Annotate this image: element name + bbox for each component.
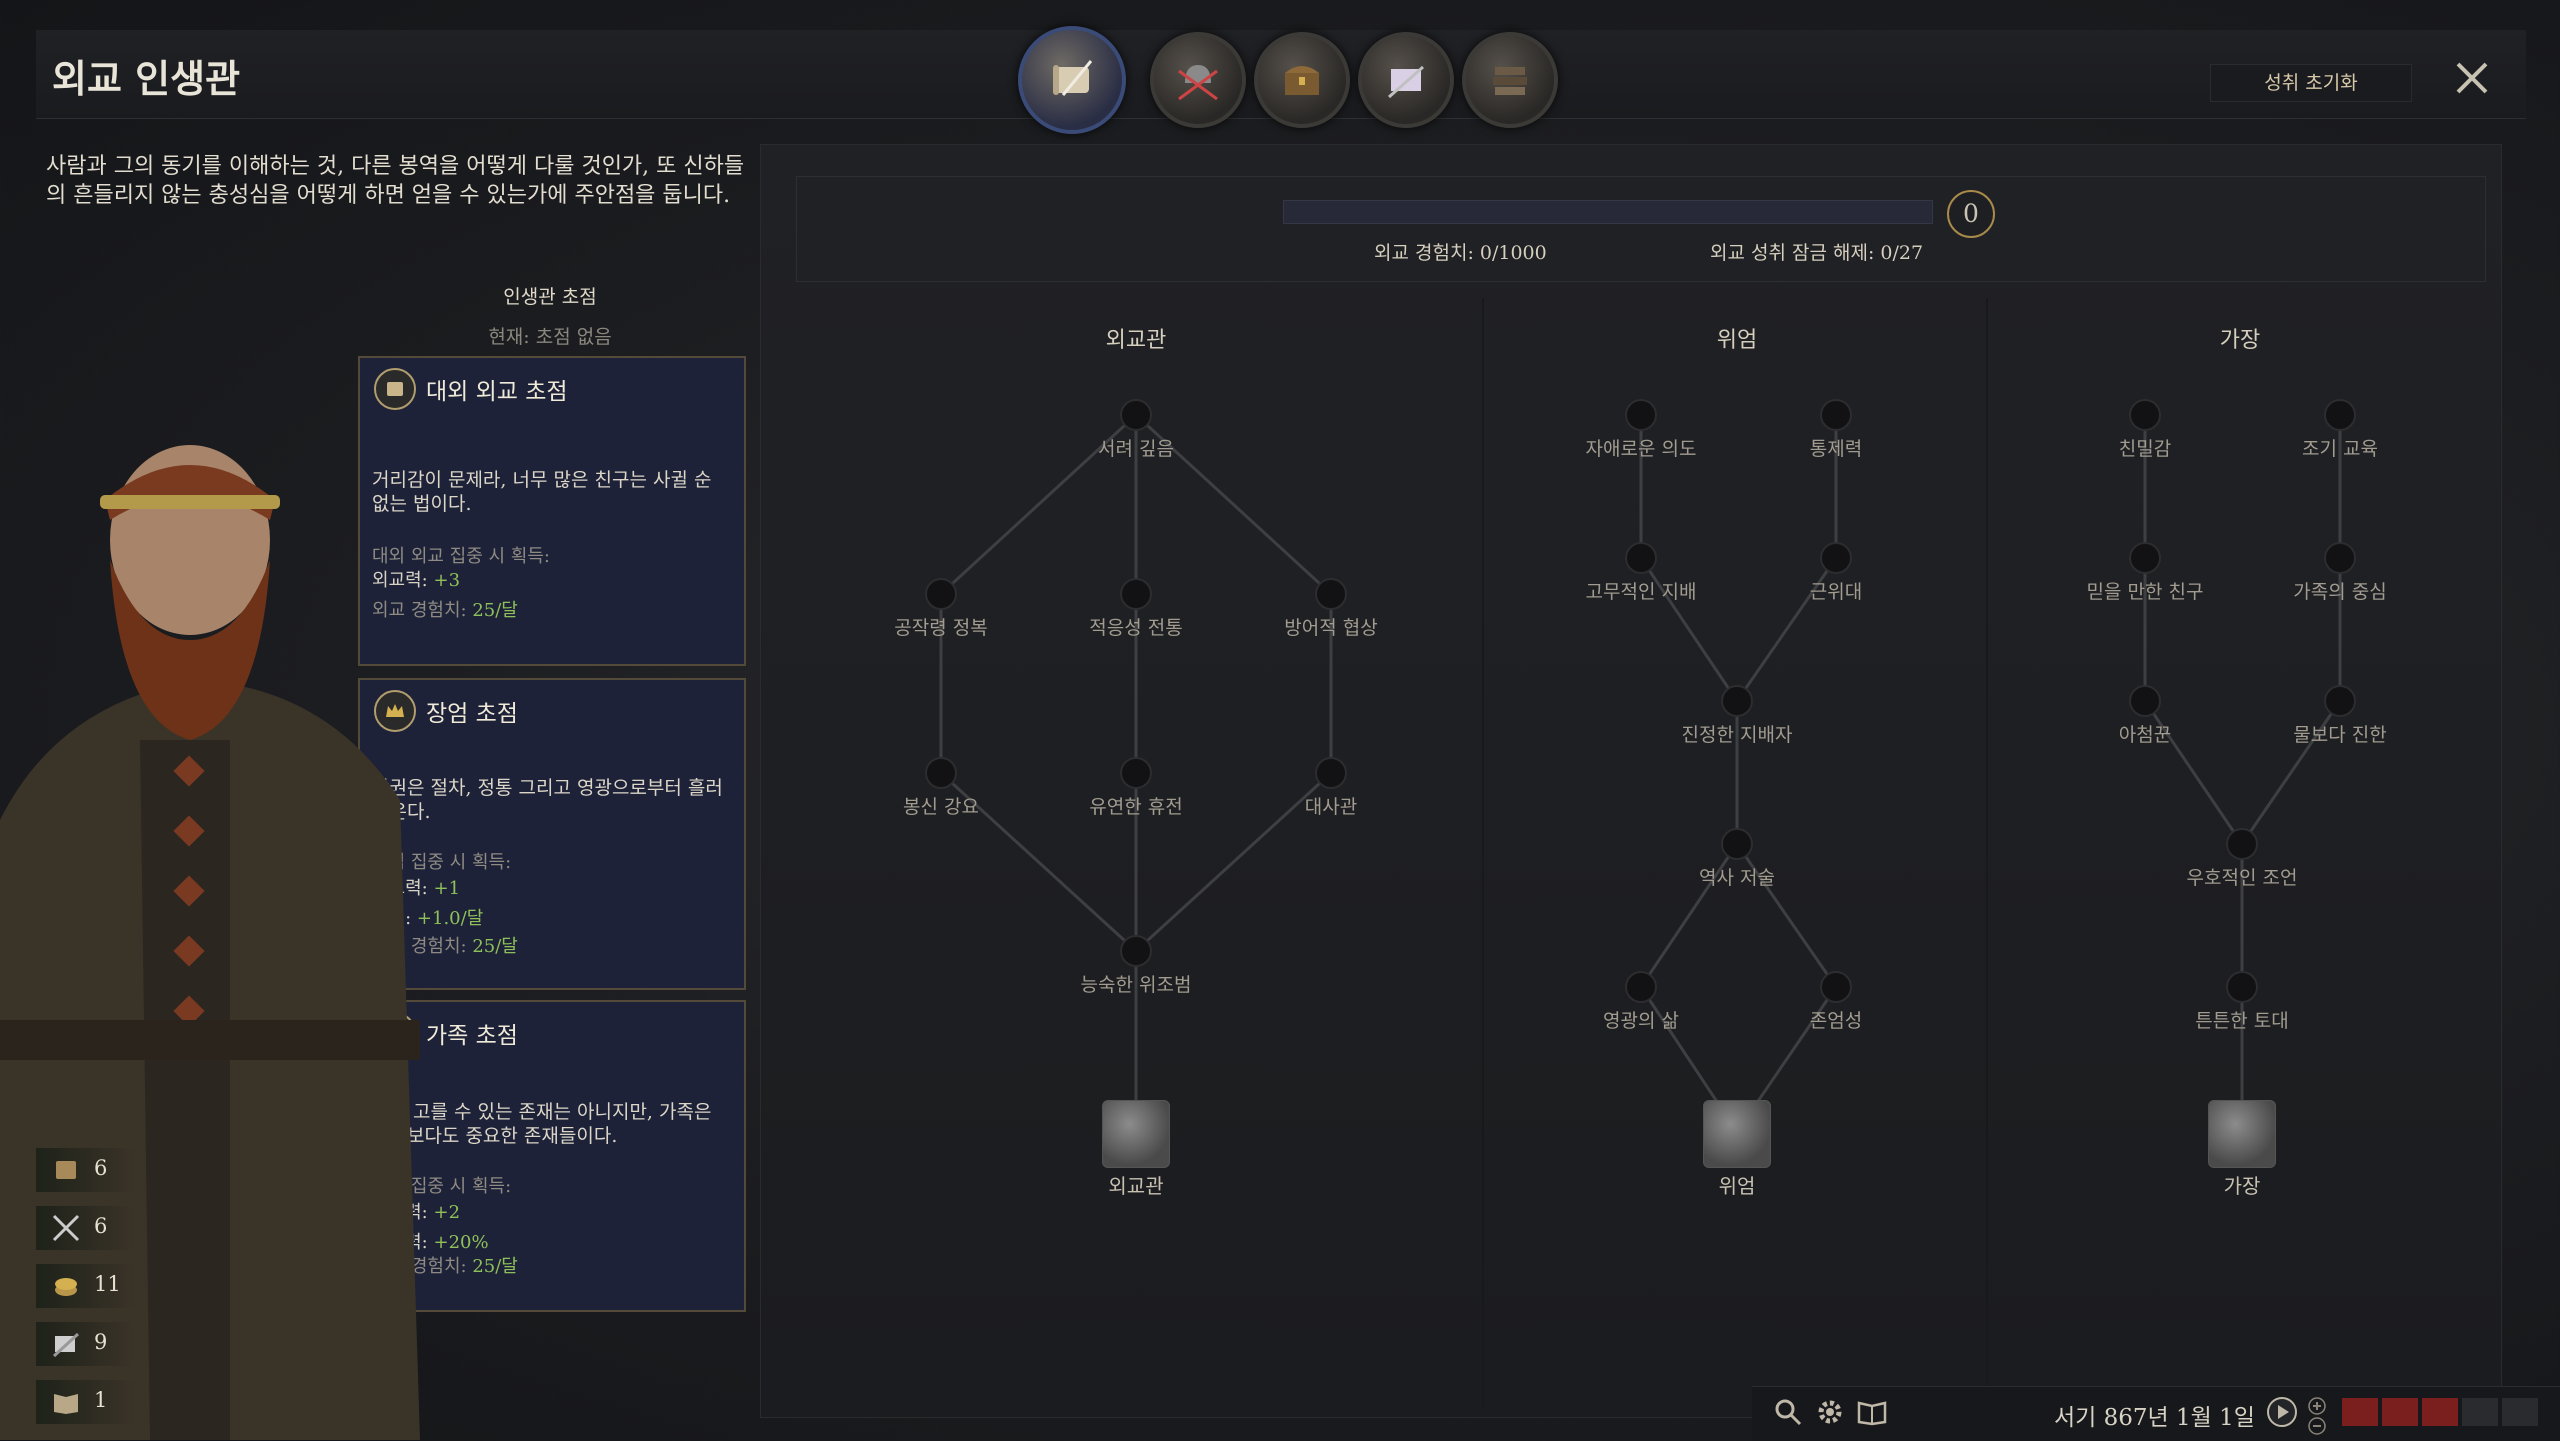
speed-indicator[interactable] (2382, 1398, 2418, 1426)
speed-indicator[interactable] (2462, 1398, 2498, 1426)
perk-node[interactable] (2226, 971, 2258, 1003)
trait-label: 위엄 (1718, 1174, 1756, 1198)
book-icon[interactable] (1856, 1396, 1888, 1428)
perk-label: 믿을 만한 친구 (2086, 581, 2204, 603)
perk-node[interactable] (1625, 399, 1657, 431)
perk-label: 역사 저술 (1699, 867, 1775, 889)
speed-adjust-icon[interactable] (2306, 1396, 2328, 1436)
perk-label: 친밀감 (2118, 438, 2172, 460)
perk-label: 영광의 삶 (1603, 1010, 1679, 1032)
perk-node[interactable] (1120, 578, 1152, 610)
perk-label: 봉신 강요 (903, 796, 979, 818)
perk-node[interactable] (1625, 971, 1657, 1003)
perk-node[interactable] (1120, 757, 1152, 789)
speed-indicator[interactable] (2422, 1398, 2458, 1426)
perk-node[interactable] (1721, 685, 1753, 717)
perk-label: 튼튼한 토대 (2195, 1010, 2289, 1032)
perk-node[interactable] (2324, 399, 2356, 431)
perk-node[interactable] (925, 578, 957, 610)
perk-label: 고무적인 지배 (1585, 581, 1697, 603)
perk-node[interactable] (1315, 757, 1347, 789)
perk-label: 서려 깊음 (1098, 438, 1174, 460)
perk-label: 적응성 전통 (1089, 617, 1183, 639)
perk-label: 존엄성 (1809, 1010, 1863, 1032)
trait-wreath-icon[interactable] (1703, 1100, 1771, 1168)
perk-label: 공작령 정복 (894, 617, 988, 639)
trait-label: 가장 (2223, 1174, 2261, 1198)
perk-label: 우호적인 조언 (2186, 867, 2298, 889)
perk-label: 통제력 (1809, 438, 1863, 460)
perk-label: 조기 교육 (2302, 438, 2378, 460)
perk-node[interactable] (1625, 542, 1657, 574)
perk-label: 자애로운 의도 (1585, 438, 1697, 460)
perk-node[interactable] (1120, 399, 1152, 431)
speed-indicator[interactable] (2342, 1398, 2378, 1426)
perk-label: 유연한 휴전 (1089, 796, 1183, 818)
search-icon[interactable] (1772, 1396, 1804, 1428)
perk-node[interactable] (925, 757, 957, 789)
perk-node[interactable] (1315, 578, 1347, 610)
trait-label: 외교관 (1108, 1174, 1164, 1198)
perk-label: 가족의 중심 (2293, 581, 2387, 603)
perk-node[interactable] (1721, 828, 1753, 860)
perk-label: 진정한 지배자 (1681, 724, 1793, 746)
perk-label: 방어적 협상 (1284, 617, 1378, 639)
trait-handshake-icon[interactable] (1102, 1100, 1170, 1168)
perk-node[interactable] (2129, 685, 2161, 717)
perk-node[interactable] (2324, 685, 2356, 717)
perk-label: 능숙한 위조범 (1080, 974, 1192, 996)
perk-node[interactable] (2324, 542, 2356, 574)
perk-label: 대사관 (1304, 796, 1358, 818)
gear-icon[interactable] (1814, 1396, 1846, 1428)
perk-node[interactable] (1120, 935, 1152, 967)
perk-node[interactable] (2226, 828, 2258, 860)
perk-node[interactable] (2129, 542, 2161, 574)
trait-family-crest-icon[interactable] (2208, 1100, 2276, 1168)
perk-node[interactable] (1820, 399, 1852, 431)
play-icon[interactable] (2266, 1396, 2298, 1428)
speed-indicator[interactable] (2502, 1398, 2538, 1426)
perk-node[interactable] (2129, 399, 2161, 431)
perk-label: 물보다 진한 (2293, 724, 2387, 746)
perk-node[interactable] (1820, 971, 1852, 1003)
game-date: 서기 867년 1월 1일 (2054, 1405, 2255, 1431)
perk-label: 아첨꾼 (2118, 724, 2172, 746)
perk-node[interactable] (1820, 542, 1852, 574)
perk-label: 근위대 (1809, 581, 1863, 603)
